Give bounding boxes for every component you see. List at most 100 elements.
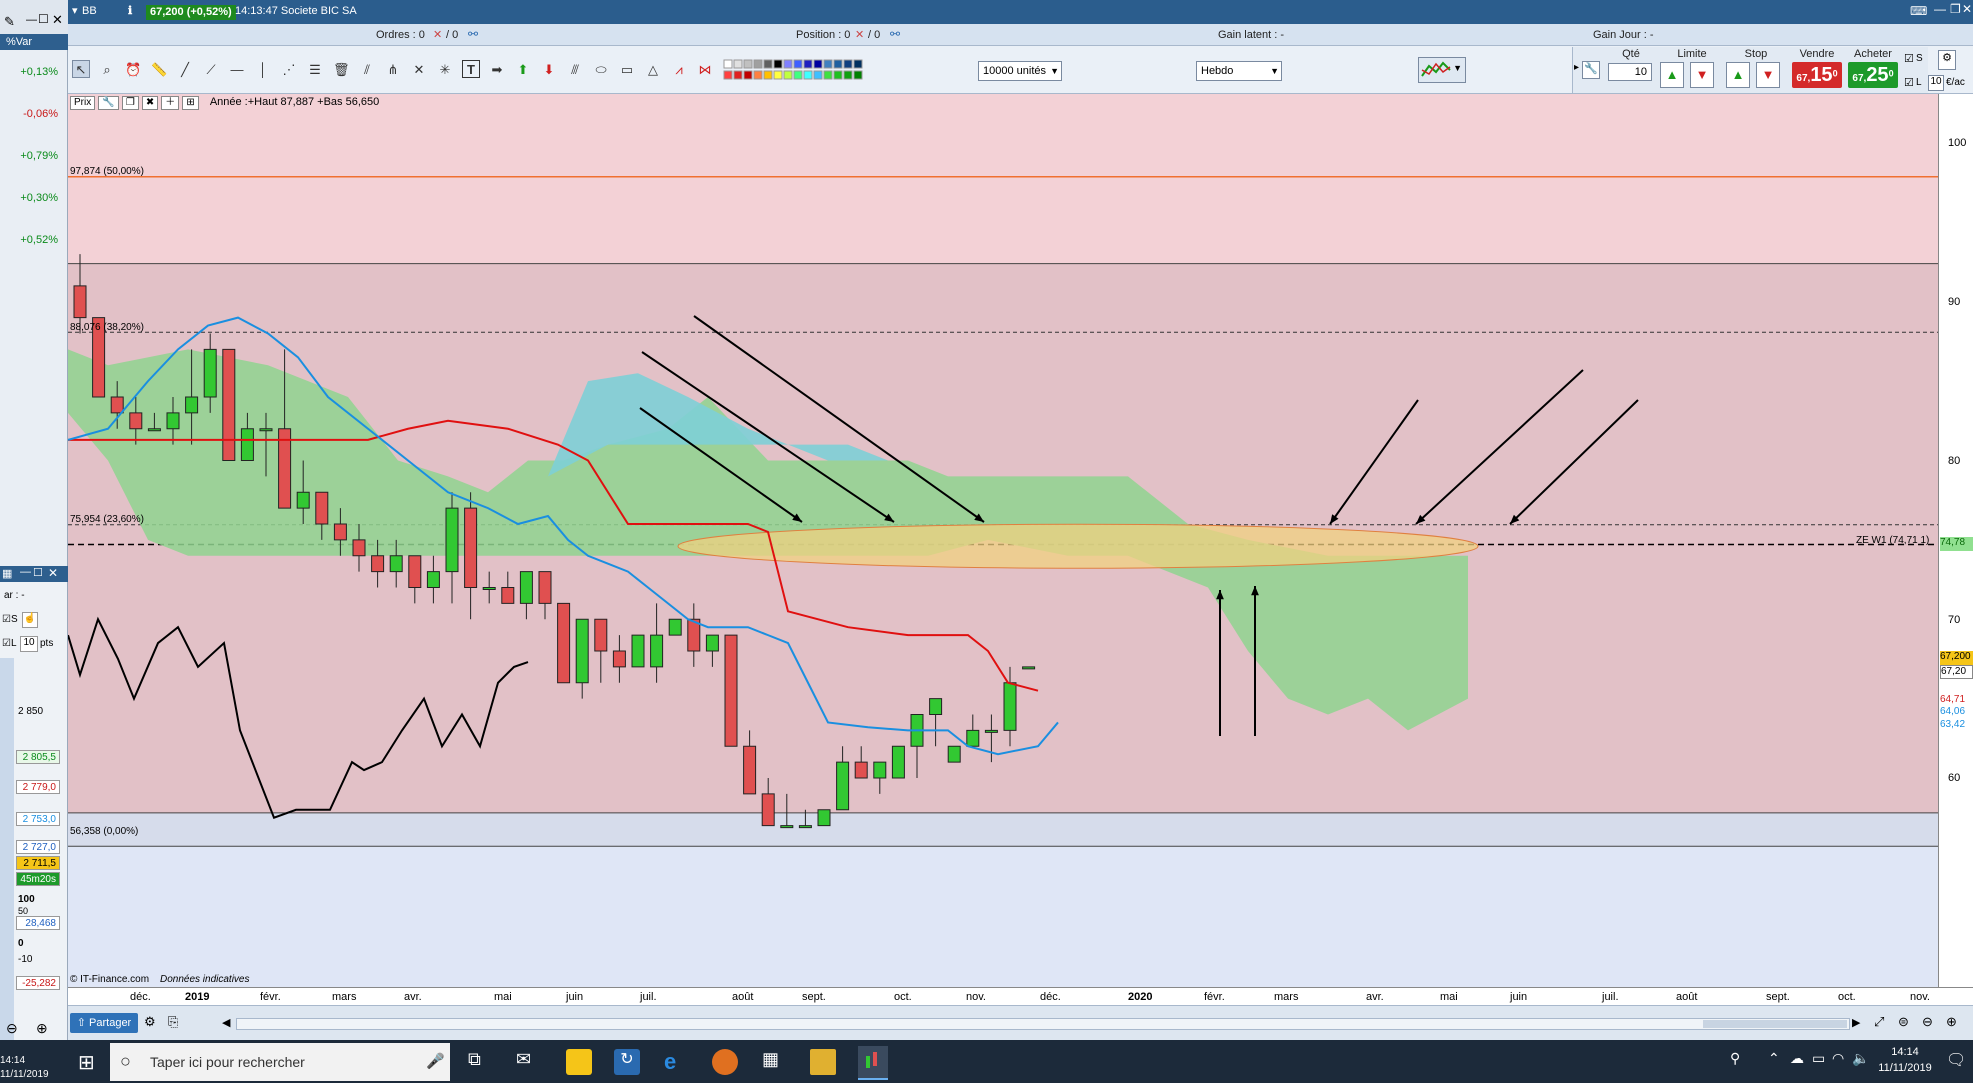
scroll-left-icon[interactable]: ◀: [222, 1016, 230, 1029]
zoom-out-icon[interactable]: ⊖: [1922, 1014, 1933, 1030]
s-checkbox[interactable]: ☑: [2, 614, 11, 625]
pen-icon[interactable]: ✎: [4, 14, 15, 30]
battery-icon[interactable]: ▭: [1812, 1050, 1825, 1067]
l-value-input[interactable]: 10: [1928, 75, 1944, 91]
qty-input[interactable]: 10: [1608, 63, 1652, 81]
cloud-icon[interactable]: ☁: [1790, 1050, 1804, 1067]
microphone-icon[interactable]: 🎤: [426, 1052, 445, 1070]
zoom-in-icon[interactable]: ⊕: [36, 1020, 48, 1037]
text-icon[interactable]: T: [462, 60, 480, 78]
scroll-right-icon[interactable]: ▶: [1852, 1016, 1860, 1029]
collapse-arrow-icon[interactable]: ▸: [1574, 62, 1579, 73]
info-icon[interactable]: ℹ: [128, 4, 132, 17]
trash-icon[interactable]: 🗑: [332, 60, 350, 78]
l-checkbox[interactable]: ☑: [1904, 76, 1914, 89]
chevron-up-icon[interactable]: ⌃: [1768, 1050, 1780, 1067]
close-icon[interactable]: ✕: [1962, 2, 1972, 16]
sell-button[interactable]: 67,150: [1792, 62, 1842, 88]
watchlist-row[interactable]: +0,30%: [0, 178, 68, 218]
channel-icon[interactable]: ⫽: [358, 60, 376, 78]
limit-sell-button[interactable]: ▼: [1690, 62, 1714, 88]
window-icon[interactable]: ❐: [121, 96, 139, 110]
zigzag-icon[interactable]: ⋈: [696, 60, 714, 78]
arrow-up-icon[interactable]: ⬆: [514, 60, 532, 78]
sync-app-icon[interactable]: ↻: [614, 1049, 640, 1075]
horizontal-scrollbar[interactable]: [236, 1018, 1850, 1030]
close-icon[interactable]: ✕: [52, 12, 63, 28]
taskbar-search[interactable]: Taper ici pour rechercher: [110, 1043, 450, 1081]
calculator-icon[interactable]: ▦: [762, 1049, 788, 1075]
buy-button[interactable]: 67,250: [1848, 62, 1898, 88]
scrollbar-thumb[interactable]: [1703, 1020, 1847, 1028]
share-button[interactable]: ⇧ Partager: [70, 1013, 138, 1033]
sticky-notes-icon[interactable]: [566, 1049, 592, 1075]
keyboard-icon[interactable]: ⌨: [1910, 4, 1927, 18]
minimize-icon[interactable]: —: [26, 14, 37, 26]
triangle-icon[interactable]: △: [644, 60, 662, 78]
zoom-in-icon[interactable]: ⊕: [1946, 1014, 1957, 1030]
line-icon[interactable]: ╱: [176, 60, 194, 78]
ruler-icon[interactable]: 📏: [150, 60, 168, 78]
zoom-reset-icon[interactable]: ⊜: [1898, 1014, 1909, 1030]
l-checkbox[interactable]: ☑: [2, 638, 11, 649]
vertical-line-icon[interactable]: │: [254, 60, 272, 78]
limit-buy-button[interactable]: ▲: [1660, 62, 1684, 88]
grid-icon[interactable]: ▦: [2, 567, 12, 580]
wrench-icon[interactable]: 🔧: [98, 96, 119, 110]
gann-icon[interactable]: ✳: [436, 60, 454, 78]
fibonacci-icon[interactable]: ☰: [306, 60, 324, 78]
cancel-orders-icon[interactable]: ✕: [433, 28, 442, 41]
ray-icon[interactable]: ⟋: [202, 60, 220, 78]
rectangle-icon[interactable]: ▭: [618, 60, 636, 78]
maximize-icon[interactable]: ☐: [33, 566, 43, 579]
chart-canvas[interactable]: [68, 94, 1938, 987]
color-palette[interactable]: [722, 58, 878, 82]
trading-app-icon[interactable]: [858, 1046, 888, 1080]
maximize-icon[interactable]: ☐: [38, 12, 49, 26]
mail-icon[interactable]: ✉: [516, 1049, 542, 1075]
chart-type-selector[interactable]: ▼: [1418, 57, 1466, 83]
zoom-icon[interactable]: ⌕: [98, 60, 116, 78]
stop-sell-button[interactable]: ▼: [1756, 62, 1780, 88]
symbol-label[interactable]: BB: [82, 5, 97, 17]
period-select[interactable]: Hebdo ▼: [1196, 61, 1282, 81]
ellipse-icon[interactable]: ⬭: [592, 60, 610, 78]
cancel-position-icon[interactable]: ✕: [855, 28, 864, 41]
wifi-icon[interactable]: ◠: [1832, 1050, 1844, 1067]
arrow-down-icon[interactable]: ⬇: [540, 60, 558, 78]
watchlist-row[interactable]: -0,06%: [0, 94, 68, 134]
close-icon[interactable]: ✕: [48, 566, 58, 580]
alert-icon[interactable]: ⏰: [124, 60, 142, 78]
add-indicator-icon[interactable]: ＋: [161, 96, 180, 110]
hand-icon[interactable]: ☝: [22, 612, 38, 628]
link-icon[interactable]: ⚯: [468, 27, 478, 41]
copy-icon[interactable]: ⎘: [168, 1014, 178, 1030]
file-explorer-icon[interactable]: [810, 1049, 836, 1075]
zoom-out-icon[interactable]: ⊖: [6, 1020, 18, 1037]
watchlist-row[interactable]: +0,52%: [0, 220, 68, 260]
settings-icon[interactable]: ⚙: [1938, 50, 1956, 70]
watchlist-row[interactable]: +0,79%: [0, 136, 68, 176]
arrow-right-icon[interactable]: ➡: [488, 60, 506, 78]
color-swatches[interactable]: [722, 58, 878, 82]
regression-icon[interactable]: ⫻: [566, 60, 584, 78]
l-points-input[interactable]: 10: [20, 636, 38, 652]
stop-buy-button[interactable]: ▲: [1726, 62, 1750, 88]
fan-icon[interactable]: ⋰: [280, 60, 298, 78]
task-view-icon[interactable]: ⧉: [468, 1049, 494, 1075]
s-checkbox[interactable]: ☑: [1904, 52, 1914, 65]
minimize-icon[interactable]: —: [20, 566, 31, 578]
horizontal-line-icon[interactable]: ―: [228, 60, 246, 78]
close-pane-icon[interactable]: ✖: [141, 96, 159, 110]
restore-icon[interactable]: ❐: [1950, 2, 1961, 16]
window-menu-icon[interactable]: ▾: [72, 4, 78, 17]
link-icon[interactable]: ⚯: [890, 27, 900, 41]
camera-icon[interactable]: ⚙: [144, 1014, 156, 1030]
minimize-icon[interactable]: —: [1934, 2, 1946, 16]
people-icon[interactable]: ⚲: [1730, 1050, 1740, 1067]
wave-icon[interactable]: ⩘: [670, 60, 688, 78]
cross-line-icon[interactable]: ✕: [410, 60, 428, 78]
price-pane-label[interactable]: Prix: [70, 96, 96, 110]
cursor-icon[interactable]: ↖: [72, 60, 90, 78]
windows-start-icon[interactable]: ⊞: [78, 1050, 95, 1075]
